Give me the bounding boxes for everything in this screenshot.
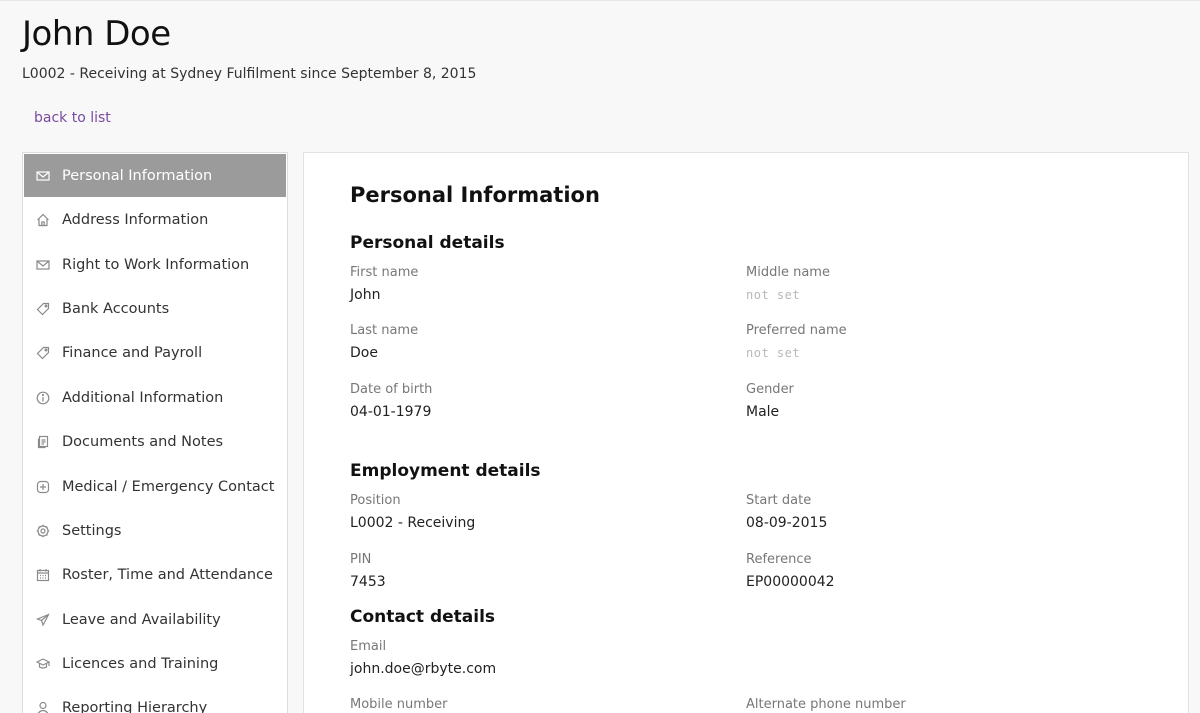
sidebar-item-bank-accounts[interactable]: Bank Accounts [23, 287, 287, 331]
tag-icon [35, 345, 51, 361]
sidebar-item-settings[interactable]: Settings [23, 509, 287, 553]
personal-details-heading: Personal details [350, 233, 505, 253]
field-label: Middle name [746, 265, 830, 280]
page-title: John Doe [22, 14, 171, 54]
sidebar-item-personal-information[interactable]: Personal Information [24, 154, 286, 197]
back-to-list-link[interactable]: back to list [34, 110, 111, 126]
field-value: EP00000042 [746, 574, 835, 590]
field-value-empty: not set [746, 288, 801, 302]
field-label: Alternate phone number [746, 697, 906, 712]
gender-field: Gender Male [746, 382, 1126, 421]
field-value: Doe [350, 345, 378, 361]
field-value: 04-01-1979 [350, 404, 432, 420]
field-value: 7453 [350, 574, 386, 590]
preferred-name-field: Preferred name not set [746, 323, 1126, 362]
field-label: Email [350, 639, 387, 654]
last-name-field: Last name Doe [350, 323, 730, 362]
employment-details-heading: Employment details [350, 461, 541, 481]
sidebar-item-label: Bank Accounts [62, 300, 170, 317]
sidebar-item-licences-training[interactable]: Licences and Training [23, 642, 287, 686]
alternate-phone-field: Alternate phone number [746, 697, 1126, 713]
mobile-number-field: Mobile number [350, 697, 730, 713]
tag-icon [35, 301, 51, 317]
section-heading: Personal Information [350, 183, 600, 207]
graduation-cap-icon [35, 656, 51, 672]
date-of-birth-field: Date of birth 04-01-1979 [350, 382, 730, 421]
sidebar-item-label: Leave and Availability [62, 611, 221, 628]
sidebar-item-right-to-work[interactable]: Right to Work Information [23, 242, 287, 286]
field-label: First name [350, 265, 419, 280]
documents-icon [35, 434, 51, 450]
sidebar-item-additional-information[interactable]: Additional Information [23, 376, 287, 420]
page-subtitle: L0002 - Receiving at Sydney Fulfilment s… [22, 66, 477, 82]
contact-details-heading: Contact details [350, 607, 496, 627]
sidebar-item-roster-time-attendance[interactable]: Roster, Time and Attendance [23, 553, 287, 597]
sidebar-item-label: Settings [62, 522, 122, 539]
field-label: Start date [746, 493, 812, 508]
field-label: Date of birth [350, 382, 433, 397]
field-label: Preferred name [746, 323, 847, 338]
sidebar-item-label: Address Information [62, 212, 209, 229]
envelope-icon [35, 257, 51, 273]
home-icon [35, 212, 51, 228]
field-label: Reference [746, 552, 812, 567]
plane-icon [35, 612, 51, 628]
email-field: Email john.doe@rbyte.com [350, 639, 730, 678]
pin-field: PIN 7453 [350, 552, 730, 591]
reference-field: Reference EP00000042 [746, 552, 1126, 591]
calendar-icon [35, 567, 51, 583]
field-label: PIN [350, 552, 372, 567]
sidebar-item-address-information[interactable]: Address Information [23, 198, 287, 242]
field-label: Mobile number [350, 697, 448, 712]
first-name-field: First name John [350, 265, 730, 304]
field-value: John [350, 287, 381, 303]
field-value: Male [746, 404, 780, 420]
field-label: Last name [350, 323, 419, 338]
gear-icon [35, 523, 51, 539]
sidebar-item-reporting-hierarchy[interactable]: Reporting Hierarchy [23, 686, 287, 713]
sidebar-item-leave-availability[interactable]: Leave and Availability [23, 598, 287, 642]
sidebar-item-label: Personal Information [62, 167, 213, 184]
field-value-empty: not set [746, 346, 801, 360]
person-icon [35, 700, 51, 713]
sidebar-item-label: Roster, Time and Attendance [62, 567, 273, 584]
page-header: John Doe L0002 - Receiving at Sydney Ful… [22, 13, 1172, 83]
field-value: L0002 - Receiving [350, 515, 476, 531]
envelope-icon [35, 168, 51, 184]
sidebar-nav: Personal Information Address Information… [22, 152, 288, 713]
sidebar-item-finance-payroll[interactable]: Finance and Payroll [23, 331, 287, 375]
sidebar-item-documents-notes[interactable]: Documents and Notes [23, 420, 287, 464]
sidebar-item-label: Reporting Hierarchy [62, 700, 208, 713]
sidebar-item-label: Licences and Training [62, 656, 219, 673]
sidebar-item-label: Additional Information [62, 389, 224, 406]
content-panel: Personal Information Personal details Fi… [303, 152, 1189, 713]
field-label: Gender [746, 382, 794, 397]
sidebar-item-label: Finance and Payroll [62, 345, 203, 362]
field-label: Position [350, 493, 401, 508]
sidebar-item-medical-emergency[interactable]: Medical / Emergency Contact [23, 464, 287, 508]
field-value: 08-09-2015 [746, 515, 828, 531]
start-date-field: Start date 08-09-2015 [746, 493, 1126, 532]
medical-icon [35, 479, 51, 495]
middle-name-field: Middle name not set [746, 265, 1126, 304]
sidebar-item-label: Documents and Notes [62, 434, 224, 451]
field-value: john.doe@rbyte.com [350, 661, 497, 677]
sidebar-item-label: Right to Work Information [62, 256, 250, 273]
info-icon [35, 390, 51, 406]
sidebar-item-label: Medical / Emergency Contact [62, 478, 275, 495]
position-field: Position L0002 - Receiving [350, 493, 730, 532]
